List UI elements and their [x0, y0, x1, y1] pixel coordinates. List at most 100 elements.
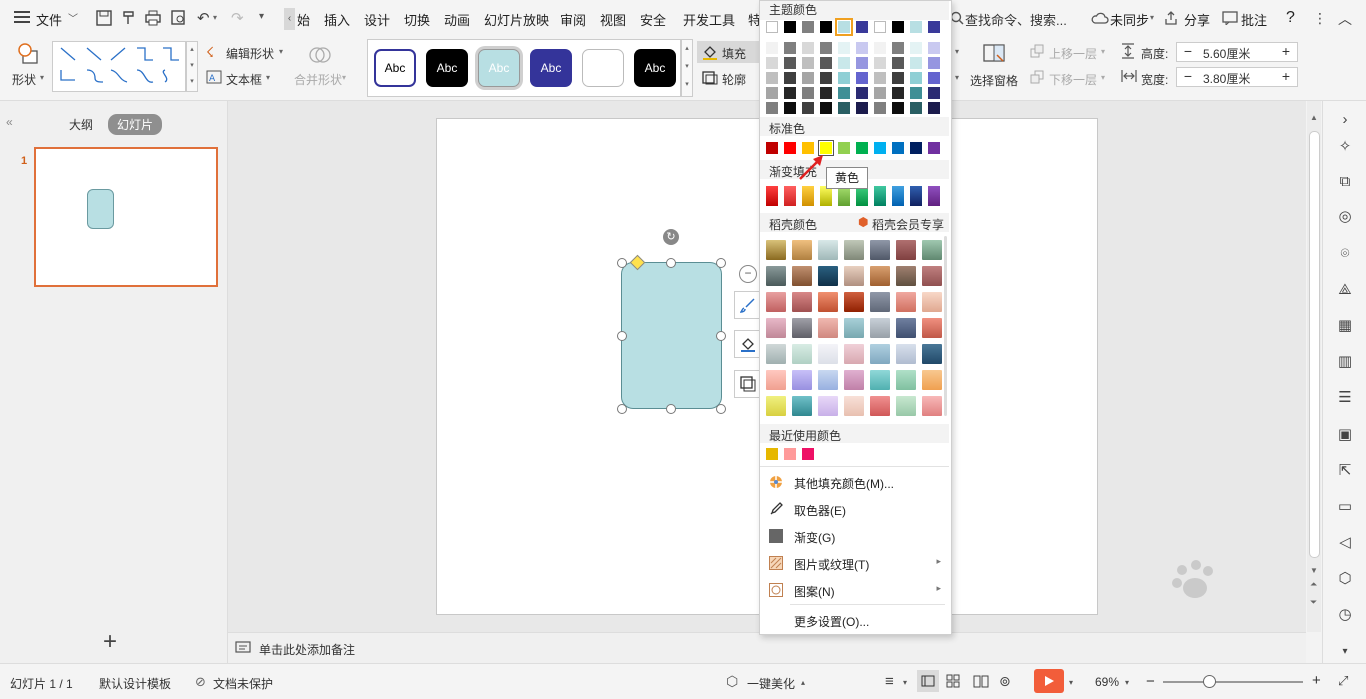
theme-shade-swatch[interactable]: [856, 57, 868, 69]
zoom-out-button[interactable]: −: [1146, 673, 1155, 690]
theme-shade-swatch[interactable]: [856, 72, 868, 84]
fill-menu-item[interactable]: 取色器(E): [760, 496, 949, 522]
theme-shade-swatch[interactable]: [892, 87, 904, 99]
gradient-swatch[interactable]: [838, 186, 850, 206]
save-icon[interactable]: [96, 10, 112, 29]
theme-color-swatch[interactable]: [835, 18, 853, 36]
zoom-in-button[interactable]: +: [1312, 672, 1321, 689]
docer-color-swatch[interactable]: [766, 292, 786, 312]
docer-color-swatch[interactable]: [870, 370, 890, 390]
style-dark-blue[interactable]: Abc: [530, 49, 572, 87]
theme-shade-swatch[interactable]: [784, 72, 796, 84]
theme-color-swatch[interactable]: [874, 21, 886, 33]
outline-button[interactable]: 轮廓: [722, 71, 746, 88]
tab-view[interactable]: 视图: [600, 10, 626, 29]
fill-icon[interactable]: [702, 44, 718, 63]
theme-shade-swatch[interactable]: [910, 57, 922, 69]
resize-handle[interactable]: [617, 404, 627, 414]
style-gallery[interactable]: Abc Abc Abc Abc Abc: [367, 39, 681, 97]
rotate-handle-icon[interactable]: ↻: [663, 229, 679, 245]
brush-icon[interactable]: [734, 291, 762, 319]
recent-color-swatch[interactable]: [784, 448, 796, 460]
docer-color-swatch[interactable]: [792, 266, 812, 286]
theme-shade-swatch[interactable]: [910, 42, 922, 54]
theme-shade-swatch[interactable]: [820, 87, 832, 99]
docer-color-swatch[interactable]: [792, 240, 812, 260]
align-icon[interactable]: ≡: [885, 673, 894, 690]
standard-color-swatch[interactable]: [784, 142, 796, 154]
theme-shade-swatch[interactable]: [928, 72, 940, 84]
redo-icon[interactable]: ↷: [231, 9, 244, 27]
cloud-icon[interactable]: [1091, 11, 1109, 28]
chevron-down-icon[interactable]: ▾: [279, 47, 283, 56]
theme-shade-swatch[interactable]: [766, 42, 778, 54]
standard-color-swatch[interactable]: [928, 142, 940, 154]
tab-slideshow[interactable]: 幻灯片放映: [484, 10, 549, 29]
shape-gallery[interactable]: [52, 41, 186, 92]
theme-shade-swatch[interactable]: [802, 87, 814, 99]
docer-color-swatch[interactable]: [818, 344, 838, 364]
theme-shade-swatch[interactable]: [838, 87, 850, 99]
theme-shade-swatch[interactable]: [856, 87, 868, 99]
docer-color-swatch[interactable]: [896, 318, 916, 338]
help-icon[interactable]: ?: [1286, 9, 1295, 27]
gradient-swatch[interactable]: [802, 186, 814, 206]
docer-color-swatch[interactable]: [792, 396, 812, 416]
chevron-down-icon[interactable]: ▾: [955, 47, 959, 56]
tab-scroll-left-icon[interactable]: ‹: [284, 8, 295, 30]
comment-button[interactable]: 批注: [1241, 10, 1267, 29]
docer-color-swatch[interactable]: [818, 318, 838, 338]
history-icon[interactable]: ◷: [1335, 604, 1355, 624]
zoom-slider[interactable]: [1163, 681, 1303, 683]
print-preview-icon[interactable]: [171, 10, 187, 29]
docer-color-swatch[interactable]: [896, 292, 916, 312]
resize-handle[interactable]: [716, 404, 726, 414]
archive-icon[interactable]: ▭: [1335, 496, 1355, 516]
docer-color-swatch[interactable]: [870, 266, 890, 286]
tab-developer[interactable]: 开发工具: [683, 10, 735, 29]
theme-shade-swatch[interactable]: [802, 42, 814, 54]
theme-shade-swatch[interactable]: [766, 102, 778, 114]
tab-animation[interactable]: 动画: [444, 10, 470, 29]
theme-shade-swatch[interactable]: [820, 42, 832, 54]
standard-color-swatch[interactable]: [766, 142, 778, 154]
docer-color-swatch[interactable]: [844, 396, 864, 416]
theme-shade-swatch[interactable]: [874, 57, 886, 69]
recent-color-swatch[interactable]: [802, 448, 814, 460]
standard-color-swatch[interactable]: [892, 142, 904, 154]
docer-color-swatch[interactable]: [922, 344, 942, 364]
textbox-button[interactable]: 文本框: [226, 71, 262, 88]
add-slide-button[interactable]: +: [103, 628, 117, 656]
file-menu[interactable]: 文件: [36, 10, 62, 29]
tab-outline[interactable]: 大纲: [69, 116, 93, 133]
beautify-button[interactable]: 一键美化: [747, 675, 795, 692]
normal-view-icon[interactable]: [917, 670, 939, 692]
textbox-icon[interactable]: A: [206, 70, 222, 87]
docer-member-label[interactable]: 稻壳会员专享: [872, 216, 944, 233]
fill-menu-item[interactable]: 更多设置(O)...: [760, 607, 949, 633]
standard-color-swatch[interactable]: [856, 142, 868, 154]
print-icon[interactable]: [145, 10, 161, 29]
theme-color-swatch[interactable]: [892, 21, 904, 33]
grid-icon[interactable]: ▦: [1335, 315, 1355, 335]
presenter-icon[interactable]: ⊚: [999, 673, 1011, 690]
vertical-scrollbar[interactable]: ▲ ▼ ⏶ ⏷: [1307, 101, 1321, 632]
theme-shade-swatch[interactable]: [838, 72, 850, 84]
shape-effects-icon[interactable]: ◎: [1335, 206, 1355, 226]
settings-sliders-icon[interactable]: ☰: [1335, 387, 1355, 407]
edit-shape-button[interactable]: 编辑形状: [226, 45, 274, 62]
docer-color-swatch[interactable]: [870, 240, 890, 260]
search-icon[interactable]: [950, 11, 964, 28]
gradient-swatch[interactable]: [892, 186, 904, 206]
theme-shade-swatch[interactable]: [784, 102, 796, 114]
collapse-sidebar-icon[interactable]: ›: [1335, 109, 1355, 129]
theme-shade-swatch[interactable]: [892, 102, 904, 114]
animation-icon[interactable]: ✧: [1335, 136, 1355, 156]
style-black-2[interactable]: Abc: [634, 49, 676, 87]
increase-icon[interactable]: +: [1277, 43, 1295, 61]
standard-color-swatch[interactable]: [910, 142, 922, 154]
tab-design[interactable]: 设计: [364, 10, 390, 29]
slide-thumbnail[interactable]: [34, 147, 218, 287]
more-icon[interactable]: ▾: [259, 11, 264, 22]
tab-insert[interactable]: 插入: [324, 10, 350, 29]
